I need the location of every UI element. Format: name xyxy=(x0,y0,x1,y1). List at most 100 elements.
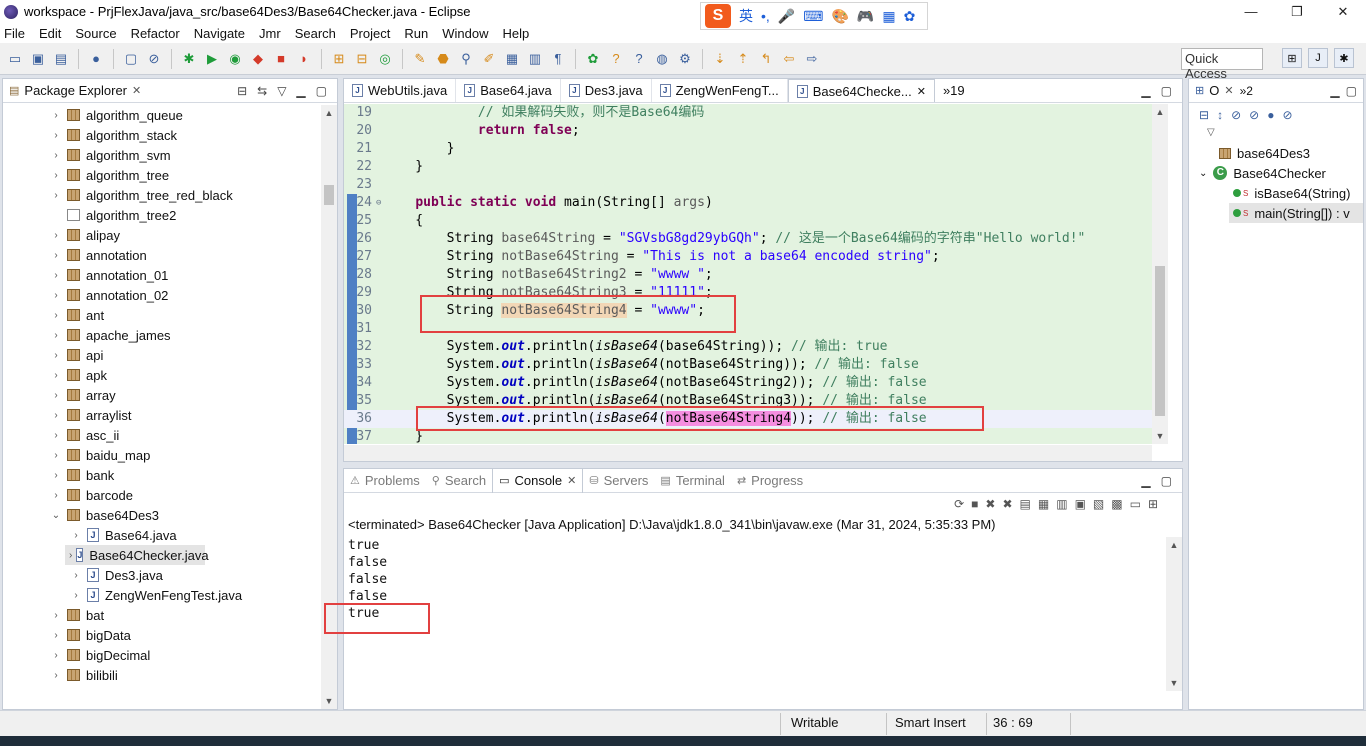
last-edit-icon[interactable]: ↰ xyxy=(757,50,775,68)
tab-base64[interactable]: J Base64.java xyxy=(456,79,561,102)
tab-terminal[interactable]: ▤ Terminal xyxy=(654,469,731,493)
maximize-view-icon[interactable]: ▢ xyxy=(1161,474,1172,488)
package-item[interactable]: ⌄ base64Des3 xyxy=(3,505,321,525)
code-line[interactable]: 20 return false; xyxy=(344,122,1152,140)
java-file-item[interactable]: › J Base64.java xyxy=(3,525,321,545)
back-icon[interactable]: ⇦ xyxy=(780,50,798,68)
menu-window[interactable]: Window xyxy=(442,26,488,41)
open-task-icon[interactable]: ⬣ xyxy=(434,50,452,68)
open-console-icon[interactable]: ⊞ xyxy=(1148,497,1158,511)
code-line[interactable]: 28 String notBase64String2 = "wwww "; xyxy=(344,266,1152,284)
package-item[interactable]: › array xyxy=(3,385,321,405)
word-wrap-icon[interactable]: ▦ xyxy=(1038,497,1049,511)
expand-arrow-icon[interactable]: › xyxy=(49,170,63,181)
plugin-icon[interactable]: ✿ xyxy=(584,50,602,68)
coverage-icon[interactable]: ◉ xyxy=(226,50,244,68)
close-tab-icon[interactable]: ✕ xyxy=(917,85,926,98)
expand-arrow-icon[interactable]: › xyxy=(49,430,63,441)
fold-icon[interactable] xyxy=(376,212,384,230)
expand-arrow-icon[interactable]: › xyxy=(49,630,63,641)
block-select-icon[interactable]: ▥ xyxy=(526,50,544,68)
hide-nonpublic-icon[interactable]: ● xyxy=(1267,108,1274,122)
maximize-button[interactable]: ❐ xyxy=(1274,0,1320,23)
run-icon[interactable]: ▶ xyxy=(203,50,221,68)
package-item[interactable]: algorithm_tree2 xyxy=(3,205,321,225)
save-all-icon[interactable]: ▤ xyxy=(52,50,70,68)
fold-icon[interactable] xyxy=(376,266,384,284)
fold-icon[interactable] xyxy=(376,284,384,302)
external-tools-icon[interactable]: ◆ xyxy=(249,50,267,68)
package-item[interactable]: › algorithm_tree_red_black xyxy=(3,185,321,205)
close-tab-icon[interactable]: ✕ xyxy=(567,474,576,487)
hide-static-icon[interactable]: ⊘ xyxy=(1249,108,1259,122)
more-views-button[interactable]: »2 xyxy=(1240,84,1253,98)
package-item[interactable]: › asc_ii xyxy=(3,425,321,445)
expand-arrow-icon[interactable]: › xyxy=(49,230,63,241)
package-item[interactable]: › baidu_map xyxy=(3,445,321,465)
package-item[interactable]: › apk xyxy=(3,365,321,385)
fold-icon[interactable] xyxy=(376,122,384,140)
globe-icon[interactable]: ◍ xyxy=(653,50,671,68)
open-perspective-icon[interactable]: ⊞ xyxy=(1282,48,1302,68)
tab-console[interactable]: ▭ Console ✕ xyxy=(492,468,584,493)
expand-arrow-icon[interactable]: › xyxy=(49,250,63,261)
ime-grid-icon[interactable]: ▦ xyxy=(882,8,895,25)
menu-jmr[interactable]: Jmr xyxy=(259,26,281,41)
tools-icon[interactable]: ⚙ xyxy=(676,50,694,68)
ime-mic-icon[interactable]: 🎤 xyxy=(778,8,795,25)
expand-arrow-icon[interactable]: › xyxy=(49,610,63,621)
fold-icon[interactable] xyxy=(376,338,384,356)
link-editor-icon[interactable]: ⇆ xyxy=(257,84,267,98)
next-annotation-icon[interactable]: ⇣ xyxy=(711,50,729,68)
ime-skin-icon[interactable]: 🎨 xyxy=(831,8,848,25)
code-editor[interactable]: 19 // 如果解码失败，则不是Base64编码 20 return false;… xyxy=(344,104,1152,444)
new-icon[interactable]: ▭ xyxy=(6,50,24,68)
package-item[interactable]: › bigDecimal xyxy=(3,645,321,665)
package-item[interactable]: › annotation_01 xyxy=(3,265,321,285)
sort-icon[interactable]: ↕ xyxy=(1217,108,1223,122)
fold-icon[interactable] xyxy=(376,140,384,158)
ime-game-icon[interactable]: 🎮 xyxy=(857,8,874,25)
minimize-view-icon[interactable]: ▁ xyxy=(1330,84,1339,98)
package-item[interactable]: › apache_james xyxy=(3,325,321,345)
java-file-item[interactable]: › J ZengWenFengTest.java xyxy=(3,585,321,605)
expand-arrow-icon[interactable]: › xyxy=(49,310,63,321)
clear-console-icon[interactable]: ▧ xyxy=(1093,497,1104,511)
outline-menu-icon[interactable]: ▽ xyxy=(1189,127,1363,143)
skip-breakpoints-icon[interactable]: ⊘ xyxy=(145,50,163,68)
code-line[interactable]: 33 System.out.println(isBase64(notBase64… xyxy=(344,356,1152,374)
java-perspective-icon[interactable]: J xyxy=(1308,48,1328,68)
tab-des3[interactable]: J Des3.java xyxy=(561,79,652,102)
expand-arrow-icon[interactable]: › xyxy=(49,150,63,161)
outline-item[interactable]: SisBase64(String) xyxy=(1189,183,1363,203)
package-item[interactable]: › api xyxy=(3,345,321,365)
expand-arrow-icon[interactable]: › xyxy=(49,490,63,501)
expand-arrow-icon[interactable]: › xyxy=(49,290,63,301)
expand-arrow-icon[interactable]: › xyxy=(49,190,63,201)
fold-icon[interactable] xyxy=(376,392,384,410)
toggle-mark-icon[interactable]: ▦ xyxy=(503,50,521,68)
help-icon[interactable]: ? xyxy=(607,50,625,68)
collapse-all-icon[interactable]: ⊟ xyxy=(237,84,247,98)
package-item[interactable]: › bank xyxy=(3,465,321,485)
fold-icon[interactable] xyxy=(376,176,384,194)
expand-arrow-icon[interactable]: › xyxy=(49,670,63,681)
maximize-view-icon[interactable]: ▢ xyxy=(1161,84,1172,98)
show-on-output-icon[interactable]: ▥ xyxy=(1056,497,1067,511)
expand-arrow-icon[interactable]: › xyxy=(49,330,63,341)
debug-icon[interactable]: ✱ xyxy=(180,50,198,68)
code-line[interactable]: 19 // 如果解码失败，则不是Base64编码 xyxy=(344,104,1152,122)
expand-arrow-icon[interactable]: › xyxy=(69,590,83,601)
menu-edit[interactable]: Edit xyxy=(39,26,61,41)
package-item[interactable]: › algorithm_svm xyxy=(3,145,321,165)
expand-arrow-icon[interactable]: › xyxy=(49,470,63,481)
expand-arrow-icon[interactable]: › xyxy=(49,110,63,121)
fold-icon[interactable] xyxy=(376,302,384,320)
remove-all-icon[interactable]: ✖ xyxy=(1002,497,1012,511)
ime-keyboard-icon[interactable]: ⌨ xyxy=(803,8,823,25)
expand-arrow-icon[interactable]: › xyxy=(49,450,63,461)
package-item[interactable]: › barcode xyxy=(3,485,321,505)
stop-icon[interactable]: ■ xyxy=(971,497,978,511)
tab-base64checker[interactable]: J Base64Checke... ✕ xyxy=(787,79,935,102)
java-file-item[interactable]: › J Des3.java xyxy=(3,565,321,585)
